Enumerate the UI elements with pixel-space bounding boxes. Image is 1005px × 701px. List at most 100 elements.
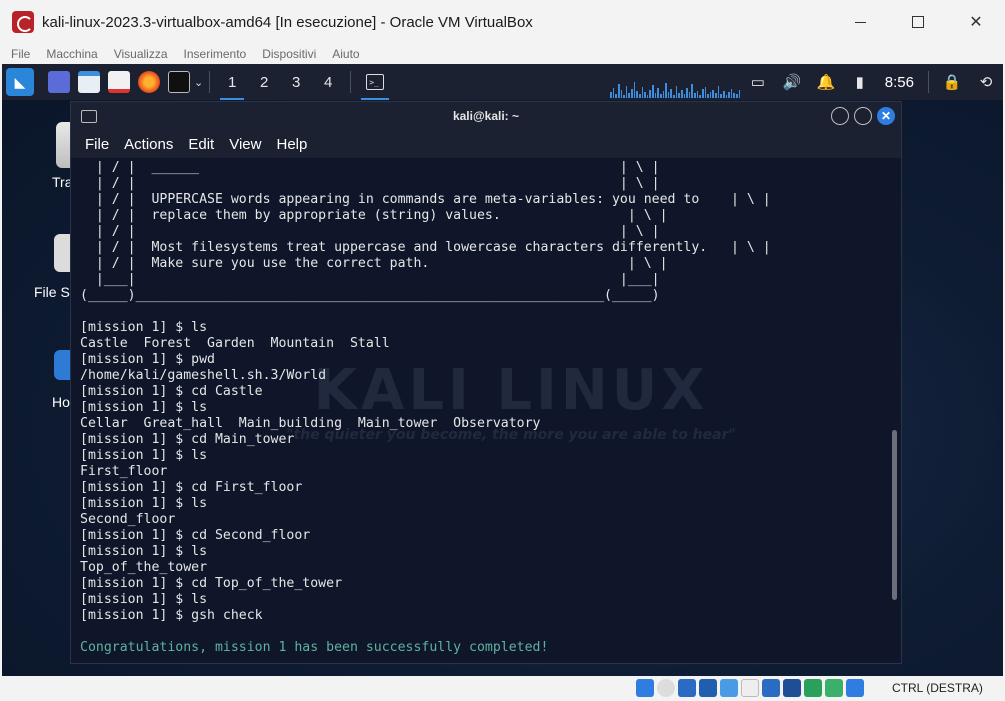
terminal-launcher-icon[interactable]: [168, 71, 190, 93]
terminal-line: [mission 1] $ cd Second_floor: [80, 528, 311, 543]
terminal-line: [mission 1] $ ls: [80, 592, 208, 607]
shared-folders-icon[interactable]: [741, 679, 759, 697]
terminal-line: | / | | \ |: [80, 224, 660, 239]
terminal-line: |___| |___|: [80, 272, 660, 287]
terminal-close-button[interactable]: ✕: [877, 107, 895, 125]
menu-help[interactable]: Aiuto: [332, 47, 359, 61]
vbox-menubar: File Macchina Visualizza Inserimento Dis…: [0, 44, 1005, 64]
firefox-icon[interactable]: [138, 71, 160, 93]
terminal-line: [mission 1] $ pwd: [80, 352, 215, 367]
maximize-button[interactable]: [889, 0, 947, 44]
recording-icon[interactable]: [783, 679, 801, 697]
terminal-line: [mission 1] $ cd First_floor: [80, 480, 303, 495]
guest-display[interactable]: ◣ ⌄ 1 2 3 4 >_ ▭ 🔊 🔔 ▮ 8:56 🔒 ⟲ Tras Fil…: [2, 64, 1003, 676]
terminal-line: Second_floor: [80, 512, 176, 527]
kali-vm-icon: [12, 11, 34, 33]
minimize-button[interactable]: [831, 0, 889, 44]
terminal-line: First_floor: [80, 464, 168, 479]
terminal-line: [mission 1] $ ls: [80, 448, 208, 463]
terminal-line: | / | ______ | \ |: [80, 160, 660, 175]
success-message: Congratulations, mission 1 has been succ…: [80, 640, 549, 655]
vbox-titlebar: kali-linux-2023.3-virtualbox-amd64 [In e…: [0, 0, 1005, 44]
terminal-minimize-button[interactable]: [831, 107, 849, 125]
optical-drive-icon[interactable]: [657, 679, 675, 697]
terminal-line: [mission 1] $ cd Main_tower: [80, 432, 295, 447]
vbox-statusbar: CTRL (DESTRA): [0, 676, 1005, 701]
terminal-line: | / | UPPERCASE words appearing in comma…: [80, 192, 771, 207]
system-tray: ▭ 🔊 🔔 ▮ 8:56 🔒 ⟲: [741, 64, 1003, 100]
audio-icon[interactable]: [678, 679, 696, 697]
workspace-4[interactable]: 4: [312, 64, 344, 100]
volume-icon[interactable]: 🔊: [775, 64, 809, 100]
terminal-line: | / | | \ |: [80, 176, 660, 191]
terminal-maximize-button[interactable]: [854, 107, 872, 125]
terminal-line: [mission 1] $ ls: [80, 400, 208, 415]
terminal-text: | / | ______ | \ | | / | | \ | | / | UPP…: [80, 160, 771, 656]
logout-icon[interactable]: ⟲: [969, 64, 1003, 100]
menu-machine[interactable]: Macchina: [46, 47, 97, 61]
cpu-graph: [610, 72, 741, 98]
show-desktop-icon[interactable]: [48, 71, 70, 93]
terminal-title: kali@kali: ~: [452, 109, 520, 123]
battery-icon[interactable]: ▮: [843, 64, 877, 100]
terminal-line: [mission 1] $ ls: [80, 496, 208, 511]
text-editor-icon[interactable]: [108, 71, 130, 93]
terminal-line: [mission 1] $ cd Castle: [80, 384, 263, 399]
file-manager-icon[interactable]: [78, 71, 100, 93]
window-title: kali-linux-2023.3-virtualbox-amd64 [In e…: [42, 13, 533, 31]
terminal-menu-view[interactable]: View: [229, 136, 261, 153]
panel-separator: [928, 71, 929, 93]
mouse-integration-icon[interactable]: [804, 679, 822, 697]
panel-separator: [350, 71, 352, 93]
chevron-down-icon[interactable]: ⌄: [194, 76, 203, 89]
guest-additions-icon[interactable]: [825, 679, 843, 697]
terminal-menu-actions[interactable]: Actions: [124, 136, 173, 153]
terminal-line: Castle Forest Garden Mountain Stall: [80, 336, 390, 351]
terminal-line: /home/kali/gameshell.sh.3/World: [80, 368, 327, 383]
terminal-icon: [81, 109, 97, 123]
kali-menu-icon[interactable]: ◣: [6, 68, 34, 96]
terminal-icon: >_: [366, 74, 385, 90]
menu-input[interactable]: Inserimento: [184, 47, 247, 61]
clock[interactable]: 8:56: [877, 74, 922, 91]
terminal-output[interactable]: KALI LINUX "the quieter you become, the …: [71, 158, 901, 663]
terminal-menubar: File Actions Edit View Help: [71, 130, 901, 158]
menu-devices[interactable]: Dispositivi: [262, 47, 316, 61]
lock-icon[interactable]: 🔒: [935, 64, 969, 100]
terminal-line: (_____)_________________________________…: [80, 288, 660, 303]
terminal-line: [mission 1] $ gsh check: [80, 608, 263, 623]
workspace-3[interactable]: 3: [280, 64, 312, 100]
display-icon[interactable]: ▭: [741, 64, 775, 100]
terminal-menu-help[interactable]: Help: [276, 136, 307, 153]
panel-separator: [209, 71, 211, 93]
terminal-line: [mission 1] $ ls: [80, 320, 208, 335]
display-icon[interactable]: [762, 679, 780, 697]
workspace-1[interactable]: 1: [216, 64, 248, 100]
host-key-label: CTRL (DESTRA): [892, 681, 983, 695]
network-icon[interactable]: [699, 679, 717, 697]
terminal-line: [mission 1] $ ls: [80, 544, 208, 559]
terminal-line: [mission 1] $ cd Top_of_the_tower: [80, 576, 343, 591]
notification-bell-icon[interactable]: 🔔: [809, 64, 843, 100]
terminal-menu-edit[interactable]: Edit: [188, 136, 214, 153]
terminal-window[interactable]: kali@kali: ~ ✕ File Actions Edit View He…: [70, 101, 902, 664]
terminal-menu-file[interactable]: File: [85, 136, 109, 153]
terminal-line: Top_of_the_tower: [80, 560, 208, 575]
terminal-line: | / | Make sure you use the correct path…: [80, 256, 668, 271]
workspace-2[interactable]: 2: [248, 64, 280, 100]
menu-file[interactable]: File: [11, 47, 30, 61]
terminal-line: | / | Most filesystems treat uppercase a…: [80, 240, 771, 255]
taskbar-terminal-button[interactable]: >_: [357, 64, 393, 100]
terminal-titlebar[interactable]: kali@kali: ~ ✕: [71, 102, 901, 130]
terminal-line: | / | replace them by appropriate (strin…: [80, 208, 668, 223]
hard-disk-icon[interactable]: [636, 679, 654, 697]
kali-panel: ◣ ⌄ 1 2 3 4 >_ ▭ 🔊 🔔 ▮ 8:56 🔒 ⟲: [2, 64, 1003, 100]
terminal-scrollbar[interactable]: [892, 430, 897, 600]
terminal-line: Cellar Great_hall Main_building Main_tow…: [80, 416, 541, 431]
close-button[interactable]: ✕: [947, 0, 1005, 44]
keyboard-capture-icon[interactable]: [846, 679, 864, 697]
menu-view[interactable]: Visualizza: [114, 47, 168, 61]
usb-icon[interactable]: [720, 679, 738, 697]
